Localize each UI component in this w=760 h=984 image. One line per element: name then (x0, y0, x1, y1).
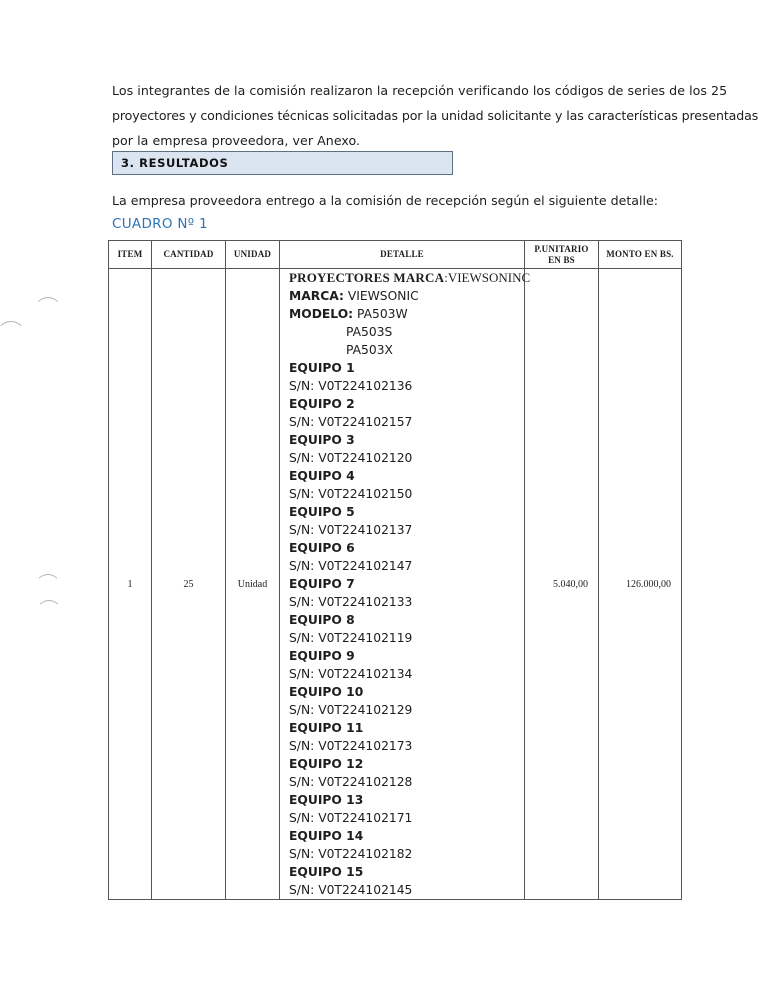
modelo-label: MODELO: (289, 307, 354, 321)
modelo-value: PA503W (353, 307, 408, 321)
equipo-label: EQUIPO 9 (289, 649, 355, 663)
description-text: La empresa proveedora entrego a la comis… (112, 193, 658, 208)
detail-modelo-alt: PA503S (346, 325, 393, 339)
equipo-label: EQUIPO 3 (289, 433, 355, 447)
header-p-unitario-line: P.UNITARIO (534, 243, 589, 254)
equipo-serial: S/N: V0T224102157 (289, 415, 413, 429)
scan-mark (36, 600, 62, 626)
marca-label: MARCA: (289, 289, 344, 303)
table-title: CUADRO Nº 1 (112, 216, 208, 232)
cell-p-unitario: 5.040,00 (524, 268, 599, 900)
equipo-serial: S/N: V0T224102119 (289, 631, 413, 645)
equipo-serial: S/N: V0T224102134 (289, 667, 413, 681)
equipo-serial: S/N: V0T224102150 (289, 487, 413, 501)
intro-line: Los integrantes de la comisión realizaro… (112, 83, 728, 98)
equipo-label: EQUIPO 15 (289, 865, 364, 879)
equipo-serial: S/N: V0T224102173 (289, 739, 413, 753)
header-cantidad: CANTIDAD (151, 240, 226, 269)
items-table: ITEM CANTIDAD UNIDAD DETALLE P.UNITARIO … (108, 240, 682, 900)
detail-modelo: MODELO: PA503W (289, 305, 520, 323)
detail-marca: MARCA: VIEWSONIC (289, 287, 520, 305)
cell-monto: 126.000,00 (598, 268, 682, 900)
equipo-label: EQUIPO 7 (289, 577, 355, 591)
equipo-label: EQUIPO 2 (289, 397, 355, 411)
header-p-unitario: P.UNITARIO EN BS (524, 240, 599, 269)
equipo-serial: S/N: V0T224102137 (289, 523, 413, 537)
scan-mark (0, 321, 26, 351)
equipos-list: EQUIPO 1 S/N: V0T224102136 EQUIPO 2 S/N: V0… (289, 359, 520, 899)
equipo-serial: S/N: V0T224102128 (289, 775, 413, 789)
equipo-label: EQUIPO 11 (289, 721, 364, 735)
equipo-serial: S/N: V0T224102147 (289, 559, 413, 573)
section-heading: 3. RESULTADOS (121, 156, 229, 170)
equipo-serial: S/N: V0T224102171 (289, 811, 413, 825)
equipo-label: EQUIPO 12 (289, 757, 364, 771)
header-item: ITEM (108, 240, 152, 269)
equipo-serial: S/N: V0T224102136 (289, 379, 413, 393)
equipo-label: EQUIPO 1 (289, 361, 355, 375)
intro-line: por la empresa proveedora, ver Anexo. (112, 133, 361, 148)
cell-cantidad: 25 (151, 268, 226, 900)
table-row: 1 25 Unidad PROYECTORES MARCA:VIEWSONINC… (108, 268, 682, 900)
intro-line: proyectores y condiciones técnicas solic… (112, 108, 759, 123)
cell-item: 1 (108, 268, 152, 900)
header-monto: MONTO EN BS. (598, 240, 682, 269)
header-unidad: UNIDAD (225, 240, 280, 269)
cell-detalle: PROYECTORES MARCA:VIEWSONINC MARCA: VIEW… (279, 268, 530, 900)
intro-paragraph: Los integrantes de la comisión realizaro… (112, 78, 759, 153)
proyectores-value: :VIEWSONINC (444, 270, 531, 285)
cell-unidad: Unidad (225, 268, 280, 900)
equipo-serial: S/N: V0T224102120 (289, 451, 413, 465)
equipo-label: EQUIPO 4 (289, 469, 355, 483)
proyectores-label: PROYECTORES MARCA (289, 270, 445, 285)
marca-value: VIEWSONIC (343, 289, 419, 303)
header-detalle: DETALLE (279, 240, 525, 269)
equipo-label: EQUIPO 14 (289, 829, 364, 843)
equipo-label: EQUIPO 13 (289, 793, 364, 807)
equipo-serial: S/N: V0T224102145 (289, 883, 413, 897)
equipo-serial: S/N: V0T224102133 (289, 595, 413, 609)
table-header-row: ITEM CANTIDAD UNIDAD DETALLE P.UNITARIO … (108, 240, 682, 269)
detail-modelo-alt: PA503X (346, 343, 393, 357)
scan-mark (35, 574, 61, 600)
section-heading-box: 3. RESULTADOS (112, 151, 453, 175)
detail-proyectores: PROYECTORES MARCA:VIEWSONINC (289, 269, 530, 287)
equipo-label: EQUIPO 5 (289, 505, 355, 519)
scan-mark (34, 297, 62, 325)
equipo-label: EQUIPO 10 (289, 685, 364, 699)
equipo-label: EQUIPO 8 (289, 613, 355, 627)
equipo-serial: S/N: V0T224102182 (289, 847, 413, 861)
equipo-serial: S/N: V0T224102129 (289, 703, 413, 717)
equipo-label: EQUIPO 6 (289, 541, 355, 555)
header-p-unitario-line: EN BS (548, 254, 575, 265)
